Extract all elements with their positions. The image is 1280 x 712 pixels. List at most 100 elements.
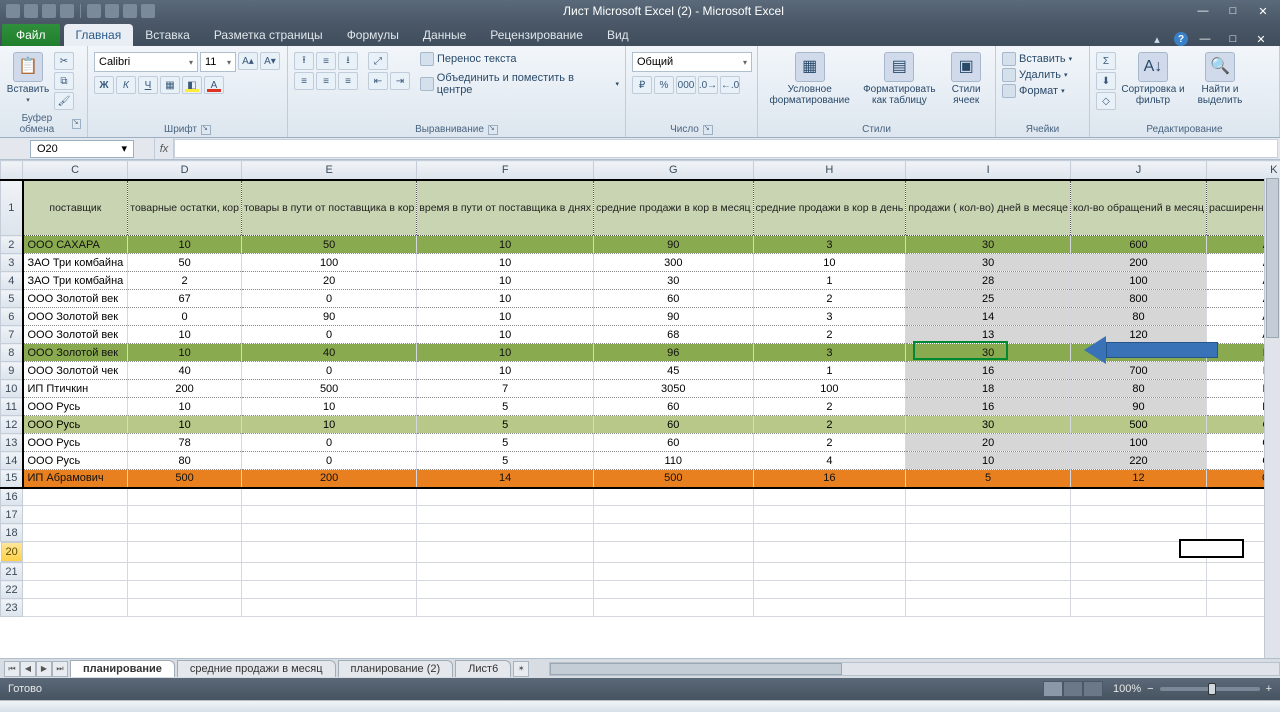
page-layout-view-icon[interactable]	[1063, 681, 1083, 697]
cell[interactable]: 2	[753, 398, 906, 416]
zoom-thumb[interactable]	[1208, 683, 1216, 695]
format-as-table-button[interactable]: ▤Форматировать как таблицу	[859, 52, 939, 106]
cell[interactable]	[1070, 599, 1206, 617]
cell[interactable]	[128, 542, 242, 563]
table-header-cell[interactable]: время в пути от поставщика в днях	[417, 180, 594, 236]
cell[interactable]: 10	[417, 290, 594, 308]
cell[interactable]: 10	[417, 362, 594, 380]
tab-review[interactable]: Рецензирование	[478, 24, 595, 46]
cell[interactable]: ООО Русь	[23, 434, 128, 452]
cell[interactable]: 3	[753, 236, 906, 254]
cell[interactable]: 600	[1070, 236, 1206, 254]
cell[interactable]: ООО Золотой век	[23, 326, 128, 344]
cell[interactable]: 5	[906, 470, 1071, 488]
cell[interactable]: 12	[1070, 470, 1206, 488]
cell[interactable]	[594, 506, 753, 524]
cell[interactable]: 3	[753, 344, 906, 362]
row-header[interactable]: 3	[1, 254, 23, 272]
cell[interactable]: 60	[594, 290, 753, 308]
cell[interactable]: 10	[128, 236, 242, 254]
cell[interactable]	[241, 488, 416, 506]
sheet-tab[interactable]: планирование	[70, 660, 175, 677]
cell[interactable]	[128, 599, 242, 617]
cell[interactable]: 18	[906, 380, 1071, 398]
cell[interactable]: 220	[1070, 452, 1206, 470]
cell[interactable]: 80	[1070, 380, 1206, 398]
cell[interactable]: 30	[906, 416, 1071, 434]
cell[interactable]	[753, 599, 906, 617]
cell[interactable]	[241, 542, 416, 563]
cell[interactable]: 5	[417, 416, 594, 434]
cell[interactable]	[1070, 488, 1206, 506]
table-header-cell[interactable]: средние продажи в кор в день	[753, 180, 906, 236]
font-name-select[interactable]: Calibri▾	[94, 52, 198, 72]
cell[interactable]: 50	[241, 236, 416, 254]
fill-icon[interactable]: ⬇	[1096, 72, 1116, 90]
cell[interactable]: 100	[1070, 434, 1206, 452]
dialog-launcher-icon[interactable]	[201, 125, 211, 135]
borders-icon[interactable]: ▦	[160, 76, 180, 94]
cell[interactable]: 28	[906, 272, 1071, 290]
cell[interactable]: 10	[417, 344, 594, 362]
cell[interactable]: 78	[128, 434, 242, 452]
cell[interactable]: 60	[594, 434, 753, 452]
cell[interactable]: 5	[417, 434, 594, 452]
currency-icon[interactable]: ₽	[632, 76, 652, 94]
table-header-cell[interactable]: товарные остатки, кор	[128, 180, 242, 236]
row-header[interactable]: 22	[1, 581, 23, 599]
doc-close-button[interactable]: ✕	[1250, 32, 1272, 46]
cell[interactable]: 60	[594, 398, 753, 416]
row-header[interactable]: 6	[1, 308, 23, 326]
cell[interactable]: ООО Золотой век	[23, 308, 128, 326]
column-header[interactable]: G	[594, 161, 753, 180]
row-header[interactable]: 2	[1, 236, 23, 254]
cell[interactable]	[241, 599, 416, 617]
cell[interactable]	[23, 581, 128, 599]
cell[interactable]: 68	[594, 326, 753, 344]
cell[interactable]	[23, 488, 128, 506]
cell[interactable]: 10	[417, 326, 594, 344]
cell[interactable]	[417, 563, 594, 581]
cell[interactable]	[23, 563, 128, 581]
cell[interactable]: ООО Русь	[23, 398, 128, 416]
table-header-cell[interactable]: средние продажи в кор в месяц	[594, 180, 753, 236]
increase-indent-icon[interactable]: ⇥	[390, 72, 410, 90]
page-break-view-icon[interactable]	[1083, 681, 1103, 697]
qat-icon[interactable]	[141, 4, 155, 18]
sort-filter-button[interactable]: A↓Сортировка и фильтр	[1120, 52, 1186, 106]
cell[interactable]	[753, 581, 906, 599]
increase-font-icon[interactable]: A▴	[238, 52, 258, 70]
row-header[interactable]: 1	[1, 180, 23, 236]
save-icon[interactable]	[24, 4, 38, 18]
cell[interactable]: 40	[241, 344, 416, 362]
cell[interactable]	[753, 524, 906, 542]
cell[interactable]: ЗАО Три комбайна	[23, 254, 128, 272]
cell[interactable]: 10	[417, 308, 594, 326]
align-top-icon[interactable]: ⭱	[294, 52, 314, 70]
cell[interactable]: 30	[906, 236, 1071, 254]
cell[interactable]: 1	[753, 362, 906, 380]
cell[interactable]	[594, 563, 753, 581]
qat-icon[interactable]	[87, 4, 101, 18]
autosum-icon[interactable]: Σ	[1096, 52, 1116, 70]
cell[interactable]: 200	[241, 470, 416, 488]
close-button[interactable]: ✕	[1252, 4, 1274, 18]
delete-cells-button[interactable]: Удалить▾	[1002, 68, 1068, 82]
column-header[interactable]: J	[1070, 161, 1206, 180]
cell[interactable]: 500	[1070, 416, 1206, 434]
cell[interactable]: 0	[128, 308, 242, 326]
cell-styles-button[interactable]: ▣Стили ячеек	[943, 52, 989, 106]
cell[interactable]	[594, 581, 753, 599]
cell[interactable]: 7	[417, 380, 594, 398]
tab-page-layout[interactable]: Разметка страницы	[202, 24, 335, 46]
cell[interactable]: 500	[594, 470, 753, 488]
cell[interactable]	[417, 581, 594, 599]
cell[interactable]: 90	[241, 308, 416, 326]
scrollbar-thumb[interactable]	[1266, 178, 1279, 338]
sheet-nav-next-icon[interactable]: ▶	[36, 661, 52, 677]
cell[interactable]: 10	[128, 326, 242, 344]
doc-minimize-button[interactable]: —	[1194, 32, 1216, 46]
cell[interactable]: 500	[241, 380, 416, 398]
cell[interactable]: 20	[241, 272, 416, 290]
dialog-launcher-icon[interactable]	[72, 119, 81, 129]
